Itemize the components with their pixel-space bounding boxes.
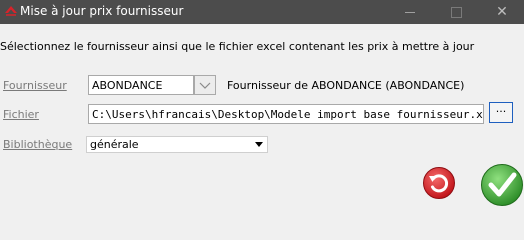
title-bar[interactable]: Mise à jour prix fournisseur ✕ [0,0,524,24]
fichier-input[interactable]: C:\Users\hfrancais\Desktop\Modele import… [88,104,484,124]
app-logo-icon [5,6,17,16]
chevron-down-icon [199,82,211,89]
bibliotheque-selected-value: générale [90,138,139,151]
fournisseur-input[interactable]: ABONDANCE [88,75,194,95]
close-button[interactable]: ✕ [480,0,524,24]
dropdown-arrow-icon [255,142,263,147]
instruction-text: Sélectionnez le fournisseur ainsi que le… [0,40,475,53]
fournisseur-lookup-button[interactable] [194,75,216,95]
cancel-button[interactable] [422,166,456,200]
dialog-window: Mise à jour prix fournisseur ✕ Sélection… [0,0,524,207]
maximize-button[interactable] [434,0,478,24]
window-title: Mise à jour prix fournisseur [20,4,184,18]
bibliotheque-label: Bibliothèque [3,138,73,151]
ok-button[interactable] [480,162,524,207]
maximize-icon [450,6,462,18]
fichier-label: Fichier [3,108,39,121]
fournisseur-description: Fournisseur de ABONDANCE (ABONDANCE) [227,79,465,92]
undo-icon [423,167,455,199]
fournisseur-label: Fournisseur [3,79,67,92]
close-icon: ✕ [496,4,508,20]
browse-button[interactable]: ... [489,102,513,123]
minimize-icon [405,11,415,13]
minimize-button[interactable] [388,0,432,24]
checkmark-icon [481,164,523,206]
bibliotheque-select[interactable]: générale [86,136,268,153]
